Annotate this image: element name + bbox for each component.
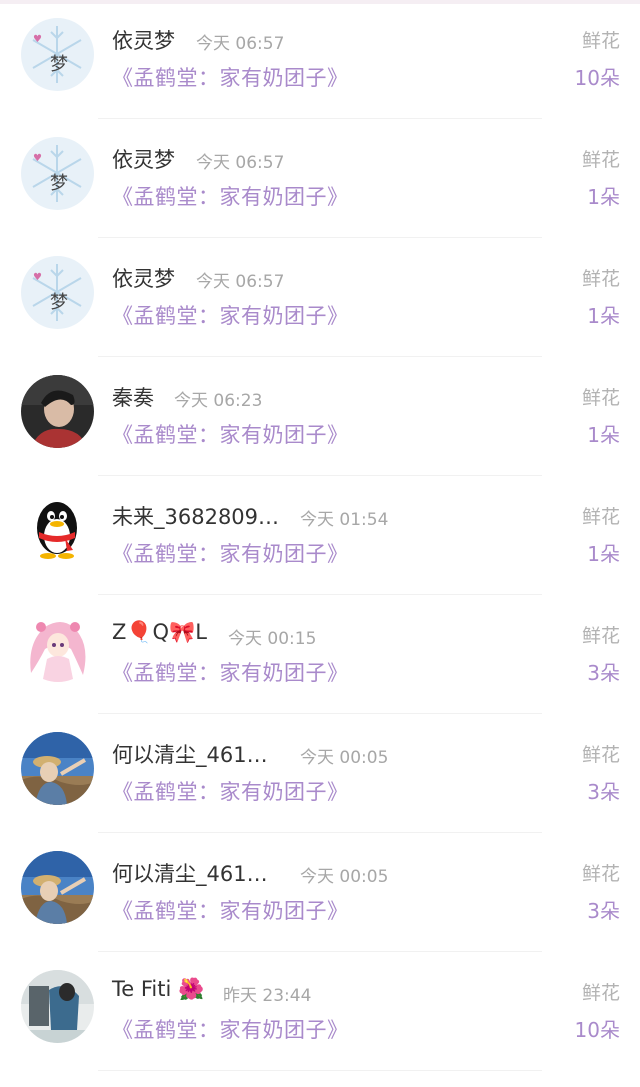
gift-type: 鲜花 [581,625,620,647]
timestamp: 今天 06:57 [196,34,285,54]
gift-type: 鲜花 [581,982,620,1004]
book-title[interactable]: 《孟鹤堂：家有奶团子》 [112,181,349,211]
list-item[interactable]: ♥ 梦 依灵梦 今天 06:57 《孟鹤堂：家有奶团子》 鲜花 1朵 [0,238,640,357]
gift-type: 鲜花 [581,506,620,528]
gift-count: 1朵 [587,542,620,566]
avatar[interactable]: ♥ 梦 [21,18,94,91]
avatar[interactable]: ♥ 梦 [21,256,94,329]
book-title[interactable]: 《孟鹤堂：家有奶团子》 [112,895,349,925]
gift-count: 10朵 [574,1018,620,1042]
beach-photo-avatar-icon [21,732,94,805]
gift-type: 鲜花 [581,863,620,885]
gift-count: 3朵 [587,780,620,804]
book-title[interactable]: 《孟鹤堂：家有奶团子》 [112,776,349,806]
list-item[interactable]: 何以清尘_461… 今天 00:05 《孟鹤堂：家有奶团子》 鲜花 3朵 [0,714,640,833]
list-item[interactable]: Te Fiti 🌺 昨天 23:44 《孟鹤堂：家有奶团子》 鲜花 10朵 [0,952,640,1071]
gift-type: 鲜花 [581,149,620,171]
book-title[interactable]: 《孟鹤堂：家有奶团子》 [112,300,349,330]
list-item[interactable]: ♥ 梦 依灵梦 今天 06:57 《孟鹤堂：家有奶团子》 鲜花 1朵 [0,119,640,238]
user-name[interactable]: 依灵梦 [112,25,175,55]
avatar[interactable] [21,851,94,924]
svg-text:梦: 梦 [50,54,68,75]
timestamp: 今天 00:05 [300,748,389,768]
svg-text:梦: 梦 [50,292,68,313]
gift-type: 鲜花 [581,30,620,52]
user-name[interactable]: 依灵梦 [112,263,175,293]
gift-type: 鲜花 [581,387,620,409]
user-name[interactable]: 何以清尘_461… [112,739,268,769]
svg-text:♥: ♥ [33,272,42,283]
list-item[interactable]: ♥ 梦 依灵梦 今天 06:57 《孟鹤堂：家有奶团子》 鲜花 10朵 [0,0,640,119]
timestamp: 今天 06:57 [196,153,285,173]
book-title[interactable]: 《孟鹤堂：家有奶团子》 [112,62,349,92]
user-name[interactable]: 未来_3682809… [112,501,279,531]
user-name[interactable]: Te Fiti 🌺 [112,977,204,1002]
qq-penguin-icon [21,494,94,567]
avatar[interactable] [21,494,94,567]
svg-text:♥: ♥ [33,153,42,164]
user-name[interactable]: 秦奏 [112,382,154,412]
avatar[interactable] [21,732,94,805]
list-item[interactable]: 何以清尘_461… 今天 00:05 《孟鹤堂：家有奶团子》 鲜花 3朵 [0,833,640,952]
person-photo-avatar-icon [21,375,94,448]
timestamp: 今天 06:23 [174,391,263,411]
avatar[interactable] [21,970,94,1043]
gift-count: 1朵 [587,304,620,328]
svg-text:♥: ♥ [33,34,42,45]
gift-count: 1朵 [587,185,620,209]
list-item[interactable]: 未来_3682809… 今天 01:54 《孟鹤堂：家有奶团子》 鲜花 1朵 [0,476,640,595]
book-title[interactable]: 《孟鹤堂：家有奶团子》 [112,657,349,687]
user-name[interactable]: 何以清尘_461… [112,858,268,888]
gift-count: 3朵 [587,899,620,923]
gift-type: 鲜花 [581,744,620,766]
avatar[interactable]: ♥ 梦 [21,137,94,210]
timestamp: 今天 00:15 [228,629,317,649]
list-item[interactable]: Z🎈Q🎀L 今天 00:15 《孟鹤堂：家有奶团子》 鲜花 3朵 [0,595,640,714]
timestamp: 今天 01:54 [300,510,389,530]
snowflake-avatar-icon: ♥ 梦 [21,256,94,329]
gift-count: 3朵 [587,661,620,685]
avatar[interactable] [21,613,94,686]
gift-count: 10朵 [574,66,620,90]
book-title[interactable]: 《孟鹤堂：家有奶团子》 [112,419,349,449]
book-title[interactable]: 《孟鹤堂：家有奶团子》 [112,538,349,568]
list-item[interactable]: 秦奏 今天 06:23 《孟鹤堂：家有奶团子》 鲜花 1朵 [0,357,640,476]
timestamp: 昨天 23:44 [223,986,312,1006]
row-divider [98,1070,542,1071]
avatar[interactable] [21,375,94,448]
gift-type: 鲜花 [581,268,620,290]
book-title[interactable]: 《孟鹤堂：家有奶团子》 [112,1014,349,1044]
gift-count: 1朵 [587,423,620,447]
user-name[interactable]: Z🎈Q🎀L [112,620,207,645]
timestamp: 今天 06:57 [196,272,285,292]
timestamp: 今天 00:05 [300,867,389,887]
snowflake-avatar-icon: ♥ 梦 [21,18,94,91]
beach-photo-avatar-icon [21,851,94,924]
svg-text:梦: 梦 [50,173,68,194]
girl-outdoor-avatar-icon [21,970,94,1043]
snowflake-avatar-icon: ♥ 梦 [21,137,94,210]
user-name[interactable]: 依灵梦 [112,144,175,174]
anime-girl-avatar-icon [21,613,94,686]
